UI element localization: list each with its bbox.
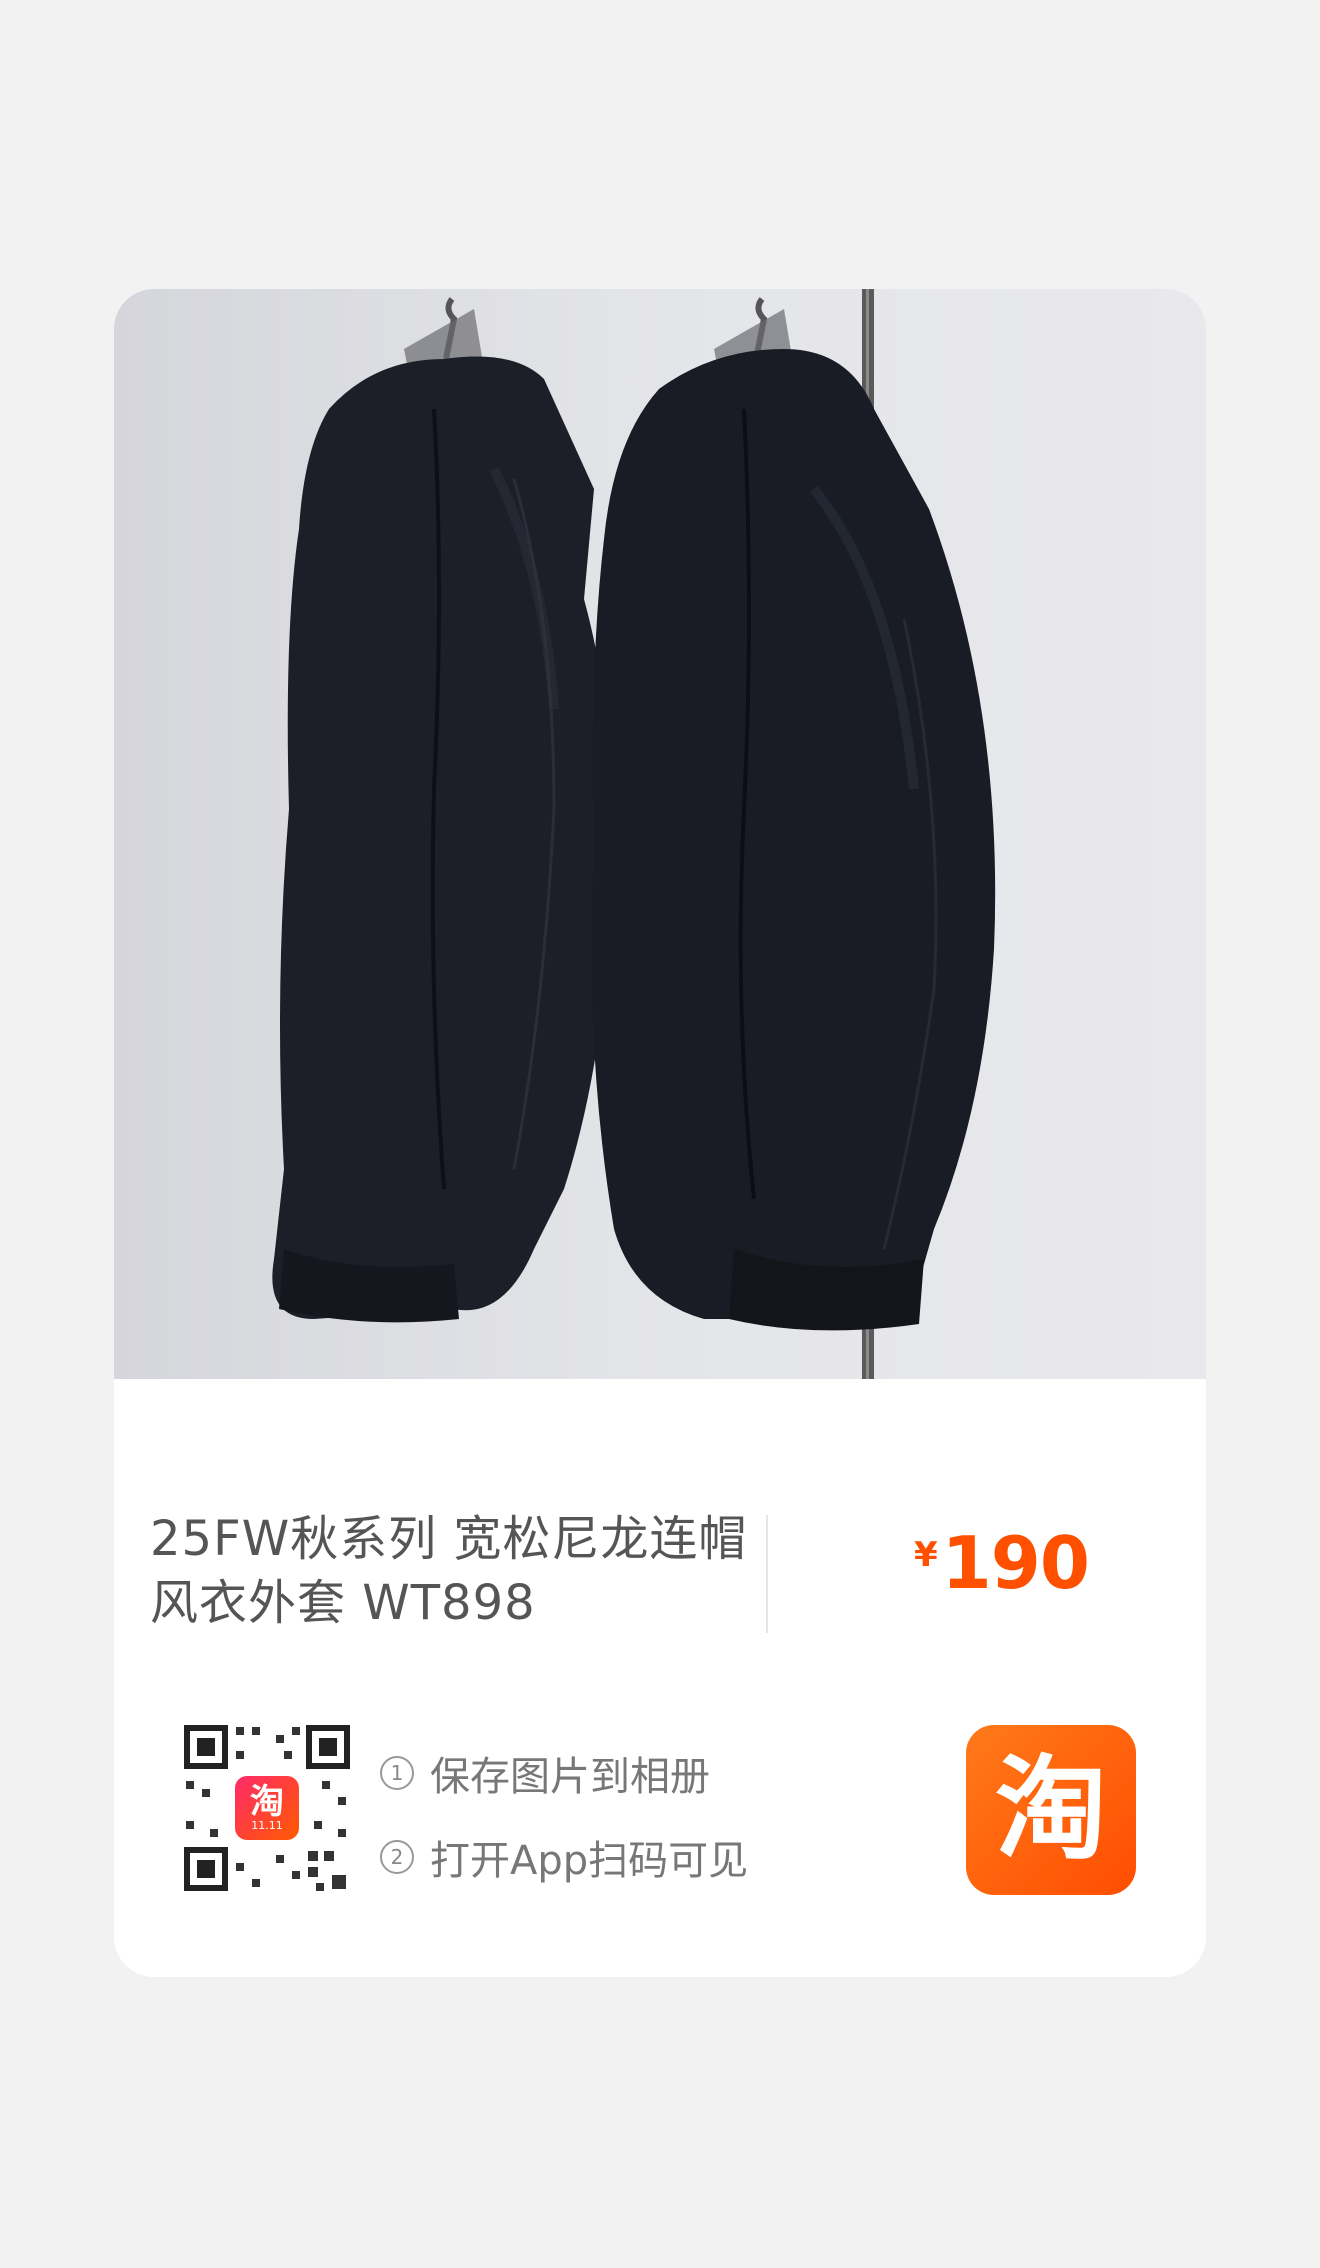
- product-title[interactable]: 25FW秋系列 宽松尼龙连帽 风衣外套 WT898: [150, 1507, 750, 1635]
- step-2-text: 打开App扫码可见: [430, 1838, 749, 1884]
- taobao-badge-icon: 淘 11.11: [235, 1776, 299, 1840]
- product-title-line2: 风衣外套 WT898: [150, 1575, 536, 1631]
- share-instructions: 1 保存图片到相册 2 打开App扫码可见: [380, 1741, 748, 1909]
- qr-finder-bottom-left: [184, 1847, 228, 1891]
- step-number-2: 2: [380, 1840, 414, 1874]
- share-card: 25FW秋系列 宽松尼龙连帽 风衣外套 WT898 ¥190 淘 11.11 1…: [114, 289, 1206, 1977]
- taobao-logo-char: 淘: [995, 1745, 1107, 1875]
- instruction-step-1: 1 保存图片到相册: [380, 1741, 748, 1805]
- currency-symbol: ¥: [914, 1535, 938, 1575]
- divider: [766, 1515, 768, 1633]
- badge-sub: 11.11: [251, 1819, 283, 1832]
- qr-code[interactable]: 淘 11.11: [182, 1723, 352, 1893]
- step-number-1: 1: [380, 1756, 414, 1790]
- price-value: 190: [941, 1521, 1090, 1605]
- badge-char: 淘: [250, 1782, 284, 1822]
- product-photo[interactable]: [114, 289, 1206, 1379]
- share-footer: 淘 11.11 1 保存图片到相册 2 打开App扫码可见 淘: [114, 1679, 1206, 1977]
- product-info: 25FW秋系列 宽松尼龙连帽 风衣外套 WT898 ¥190: [114, 1379, 1206, 1679]
- jackets-image: [272, 289, 996, 1379]
- instruction-step-2: 2 打开App扫码可见: [380, 1825, 748, 1889]
- taobao-logo-icon[interactable]: 淘: [966, 1725, 1136, 1895]
- step-1-text: 保存图片到相册: [430, 1754, 710, 1800]
- product-title-line1: 25FW秋系列 宽松尼龙连帽: [150, 1511, 748, 1567]
- qr-finder-top-left: [184, 1725, 228, 1769]
- qr-finder-top-right: [306, 1725, 350, 1769]
- price: ¥190: [914, 1521, 1090, 1605]
